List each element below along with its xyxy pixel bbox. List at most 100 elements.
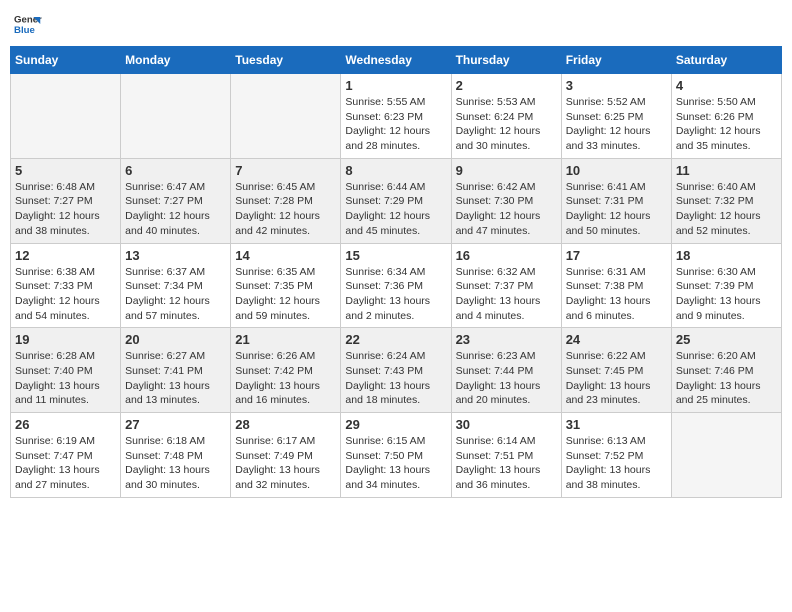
calendar-cell: 17Sunrise: 6:31 AM Sunset: 7:38 PM Dayli…: [561, 243, 671, 328]
day-number: 29: [345, 417, 446, 432]
calendar-cell: 15Sunrise: 6:34 AM Sunset: 7:36 PM Dayli…: [341, 243, 451, 328]
calendar-cell: 7 Sunrise: 6:45 AM Sunset: 7:28 PM Daylig…: [231, 158, 341, 243]
calendar-cell: 24 Sunrise: 6:22 AM Sunset: 7:45 PM Dayli…: [561, 328, 671, 413]
calendar-cell: [121, 74, 231, 159]
day-info: Sunrise: 6:44 AM Sunset: 7:29 PM Dayligh…: [345, 180, 446, 239]
day-number: 23: [456, 332, 557, 347]
calendar-cell: 25Sunrise: 6:20 AM Sunset: 7:46 PM Dayli…: [671, 328, 781, 413]
calendar-cell: 8Sunrise: 6:44 AM Sunset: 7:29 PM Daylig…: [341, 158, 451, 243]
day-number: 21: [235, 332, 336, 347]
day-info: Sunrise: 5:55 AM Sunset: 6:23 PM Dayligh…: [345, 95, 446, 154]
calendar-cell: 2Sunrise: 5:53 AM Sunset: 6:24 PM Daylig…: [451, 74, 561, 159]
day-number: 22: [345, 332, 446, 347]
calendar-cell: 30 Sunrise: 6:14 AM Sunset: 7:51 PM Dayli…: [451, 413, 561, 498]
day-info: Sunrise: 6:35 AM Sunset: 7:35 PM Dayligh…: [235, 265, 336, 324]
svg-text:Blue: Blue: [14, 25, 35, 36]
day-number: 13: [125, 248, 226, 263]
calendar-cell: 12Sunrise: 6:38 AM Sunset: 7:33 PM Dayli…: [11, 243, 121, 328]
weekday-header-sunday: Sunday: [11, 47, 121, 74]
day-info: Sunrise: 6:19 AM Sunset: 7:47 PM Dayligh…: [15, 434, 116, 493]
calendar-week-row: 1 Sunrise: 5:55 AM Sunset: 6:23 PM Daylig…: [11, 74, 782, 159]
calendar-cell: 28 Sunrise: 6:17 AM Sunset: 7:49 PM Dayli…: [231, 413, 341, 498]
day-info: Sunrise: 6:42 AM Sunset: 7:30 PM Dayligh…: [456, 180, 557, 239]
day-info: Sunrise: 6:40 AM Sunset: 7:32 PM Dayligh…: [676, 180, 777, 239]
day-number: 28: [235, 417, 336, 432]
calendar-cell: 18 Sunrise: 6:30 AM Sunset: 7:39 PM Dayli…: [671, 243, 781, 328]
day-number: 4: [676, 78, 777, 93]
day-info: Sunrise: 6:22 AM Sunset: 7:45 PM Dayligh…: [566, 349, 667, 408]
day-info: Sunrise: 6:23 AM Sunset: 7:44 PM Dayligh…: [456, 349, 557, 408]
calendar-cell: 11 Sunrise: 6:40 AM Sunset: 7:32 PM Dayli…: [671, 158, 781, 243]
day-info: Sunrise: 5:53 AM Sunset: 6:24 PM Dayligh…: [456, 95, 557, 154]
day-info: Sunrise: 6:32 AM Sunset: 7:37 PM Dayligh…: [456, 265, 557, 324]
day-number: 7: [235, 163, 336, 178]
day-number: 19: [15, 332, 116, 347]
day-number: 27: [125, 417, 226, 432]
calendar-cell: 9 Sunrise: 6:42 AM Sunset: 7:30 PM Daylig…: [451, 158, 561, 243]
calendar-cell: 22 Sunrise: 6:24 AM Sunset: 7:43 PM Dayli…: [341, 328, 451, 413]
weekday-header-thursday: Thursday: [451, 47, 561, 74]
calendar-week-row: 12Sunrise: 6:38 AM Sunset: 7:33 PM Dayli…: [11, 243, 782, 328]
calendar-cell: 1 Sunrise: 5:55 AM Sunset: 6:23 PM Daylig…: [341, 74, 451, 159]
weekday-header-tuesday: Tuesday: [231, 47, 341, 74]
day-info: Sunrise: 6:18 AM Sunset: 7:48 PM Dayligh…: [125, 434, 226, 493]
day-info: Sunrise: 6:20 AM Sunset: 7:46 PM Dayligh…: [676, 349, 777, 408]
logo: General Blue: [14, 10, 42, 38]
day-number: 30: [456, 417, 557, 432]
day-info: Sunrise: 6:28 AM Sunset: 7:40 PM Dayligh…: [15, 349, 116, 408]
day-number: 9: [456, 163, 557, 178]
day-number: 10: [566, 163, 667, 178]
day-info: Sunrise: 6:14 AM Sunset: 7:51 PM Dayligh…: [456, 434, 557, 493]
calendar-cell: 23 Sunrise: 6:23 AM Sunset: 7:44 PM Dayli…: [451, 328, 561, 413]
calendar-cell: 16 Sunrise: 6:32 AM Sunset: 7:37 PM Dayli…: [451, 243, 561, 328]
calendar-cell: [11, 74, 121, 159]
calendar-table: SundayMondayTuesdayWednesdayThursdayFrid…: [10, 46, 782, 498]
calendar-cell: 13 Sunrise: 6:37 AM Sunset: 7:34 PM Dayli…: [121, 243, 231, 328]
calendar-cell: 20 Sunrise: 6:27 AM Sunset: 7:41 PM Dayli…: [121, 328, 231, 413]
day-info: Sunrise: 6:13 AM Sunset: 7:52 PM Dayligh…: [566, 434, 667, 493]
day-info: Sunrise: 5:52 AM Sunset: 6:25 PM Dayligh…: [566, 95, 667, 154]
day-number: 16: [456, 248, 557, 263]
day-info: Sunrise: 6:45 AM Sunset: 7:28 PM Dayligh…: [235, 180, 336, 239]
calendar-cell: 27 Sunrise: 6:18 AM Sunset: 7:48 PM Dayli…: [121, 413, 231, 498]
page-header: General Blue: [10, 10, 782, 38]
day-number: 12: [15, 248, 116, 263]
day-info: Sunrise: 6:47 AM Sunset: 7:27 PM Dayligh…: [125, 180, 226, 239]
calendar-week-row: 5Sunrise: 6:48 AM Sunset: 7:27 PM Daylig…: [11, 158, 782, 243]
day-number: 1: [345, 78, 446, 93]
day-info: Sunrise: 5:50 AM Sunset: 6:26 PM Dayligh…: [676, 95, 777, 154]
calendar-cell: 5Sunrise: 6:48 AM Sunset: 7:27 PM Daylig…: [11, 158, 121, 243]
calendar-cell: 21 Sunrise: 6:26 AM Sunset: 7:42 PM Dayli…: [231, 328, 341, 413]
day-info: Sunrise: 6:30 AM Sunset: 7:39 PM Dayligh…: [676, 265, 777, 324]
calendar-cell: 19 Sunrise: 6:28 AM Sunset: 7:40 PM Dayli…: [11, 328, 121, 413]
day-number: 20: [125, 332, 226, 347]
day-number: 15: [345, 248, 446, 263]
weekday-header-friday: Friday: [561, 47, 671, 74]
calendar-cell: [231, 74, 341, 159]
day-info: Sunrise: 6:26 AM Sunset: 7:42 PM Dayligh…: [235, 349, 336, 408]
day-number: 11: [676, 163, 777, 178]
day-info: Sunrise: 6:48 AM Sunset: 7:27 PM Dayligh…: [15, 180, 116, 239]
calendar-week-row: 26 Sunrise: 6:19 AM Sunset: 7:47 PM Dayli…: [11, 413, 782, 498]
day-info: Sunrise: 6:17 AM Sunset: 7:49 PM Dayligh…: [235, 434, 336, 493]
day-number: 31: [566, 417, 667, 432]
logo-icon: General Blue: [14, 10, 42, 38]
day-info: Sunrise: 6:37 AM Sunset: 7:34 PM Dayligh…: [125, 265, 226, 324]
day-number: 14: [235, 248, 336, 263]
day-number: 6: [125, 163, 226, 178]
day-number: 17: [566, 248, 667, 263]
day-number: 24: [566, 332, 667, 347]
day-number: 3: [566, 78, 667, 93]
day-number: 26: [15, 417, 116, 432]
calendar-cell: 14 Sunrise: 6:35 AM Sunset: 7:35 PM Dayli…: [231, 243, 341, 328]
day-info: Sunrise: 6:41 AM Sunset: 7:31 PM Dayligh…: [566, 180, 667, 239]
calendar-cell: 4 Sunrise: 5:50 AM Sunset: 6:26 PM Daylig…: [671, 74, 781, 159]
calendar-cell: 6 Sunrise: 6:47 AM Sunset: 7:27 PM Daylig…: [121, 158, 231, 243]
day-info: Sunrise: 6:27 AM Sunset: 7:41 PM Dayligh…: [125, 349, 226, 408]
calendar-week-row: 19 Sunrise: 6:28 AM Sunset: 7:40 PM Dayli…: [11, 328, 782, 413]
calendar-cell: [671, 413, 781, 498]
calendar-cell: 31 Sunrise: 6:13 AM Sunset: 7:52 PM Dayli…: [561, 413, 671, 498]
weekday-header-saturday: Saturday: [671, 47, 781, 74]
day-number: 18: [676, 248, 777, 263]
day-info: Sunrise: 6:24 AM Sunset: 7:43 PM Dayligh…: [345, 349, 446, 408]
